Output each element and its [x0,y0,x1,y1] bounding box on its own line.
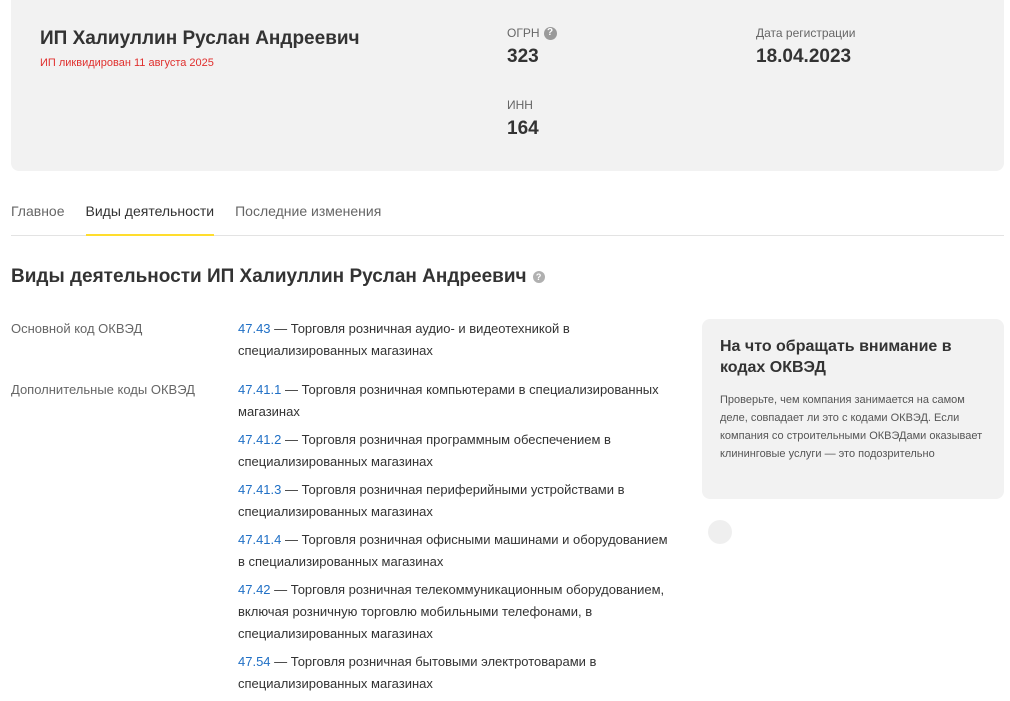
advice-title: На что обращать внимание в кодах ОКВЭД [720,338,952,376]
okved-code-link[interactable]: 47.41.1 [238,382,281,397]
ogrn-label: ОГРН [507,26,540,40]
okved-item: 47.41.4 — Торговля розничная офисными ма… [238,529,678,573]
okved-description: — Торговля розничная бытовыми электротов… [238,654,597,691]
okved-advice-card: На что обращать внимание в кодах ОКВЭД П… [702,319,1004,499]
okved-item: 47.43 — Торговля розничная аудио- и виде… [238,318,678,362]
okved-code-link[interactable]: 47.41.2 [238,432,281,447]
additional-okved-list: 47.41.1 — Торговля розничная компьютерам… [238,379,678,701]
okved-description: — Торговля розничная аудио- и видеотехни… [238,321,570,358]
okved-description: — Торговля розничная компьютерами в спец… [238,382,659,419]
okved-code-link[interactable]: 47.54 [238,654,271,669]
okved-item: 47.41.3 — Торговля розничная периферийны… [238,479,678,523]
okved-code-link[interactable]: 47.41.3 [238,482,281,497]
help-icon[interactable]: ? [543,26,557,40]
okved-description: — Торговля розничная офисными машинами и… [238,532,668,569]
tab-activities[interactable]: Виды деятельности [85,186,215,236]
okved-item: 47.42 — Торговля розничная телекоммуника… [238,579,678,645]
okved-item: 47.54 — Торговля розничная бытовыми элек… [238,651,678,695]
inn-label: ИНН [507,98,533,112]
main-okved-label: Основной код ОКВЭД [11,321,143,336]
okved-code-link[interactable]: 47.41.4 [238,532,281,547]
okved-description: — Торговля розничная периферийными устро… [238,482,625,519]
section-title: Виды деятельности ИП Халиуллин Руслан Ан… [11,266,527,287]
okved-description: — Торговля розничная программным обеспеч… [238,432,611,469]
reg-date-label: Дата регистрации [756,26,856,40]
loading-dot-icon [708,520,732,544]
okved-item: 47.41.1 — Торговля розничная компьютерам… [238,379,678,423]
ogrn-value: 323 [507,46,539,67]
inn-value: 164 [507,118,539,139]
company-name: ИП Халиуллин Руслан Андреевич [40,28,360,49]
company-header-card: ИП Халиуллин Руслан Андреевич ИП ликвиди… [11,0,1004,171]
okved-code-link[interactable]: 47.42 [238,582,271,597]
tab-main[interactable]: Главное [11,186,65,236]
advice-text: Проверьте, чем компания занимается на са… [720,394,983,460]
okved-item: 47.41.2 — Торговля розничная программным… [238,429,678,473]
reg-date-value: 18.04.2023 [756,46,852,67]
help-icon[interactable]: ? [532,271,545,283]
okved-description: — Торговля розничная телекоммуникационны… [238,582,665,641]
tab-bar: Главное Виды деятельности Последние изме… [11,186,1004,236]
okved-code-link[interactable]: 47.43 [238,321,271,336]
liquidation-status: ИП ликвидирован 11 августа 2025 [40,57,214,69]
additional-okved-label: Дополнительные коды ОКВЭД [11,382,195,397]
tab-recent-changes[interactable]: Последние изменения [235,186,381,236]
ogrn-label-group: ОГРН ? [507,26,557,40]
section-title-group: Виды деятельности ИП Халиуллин Руслан Ан… [11,266,545,288]
main-okved-list: 47.43 — Торговля розничная аудио- и виде… [238,318,678,368]
